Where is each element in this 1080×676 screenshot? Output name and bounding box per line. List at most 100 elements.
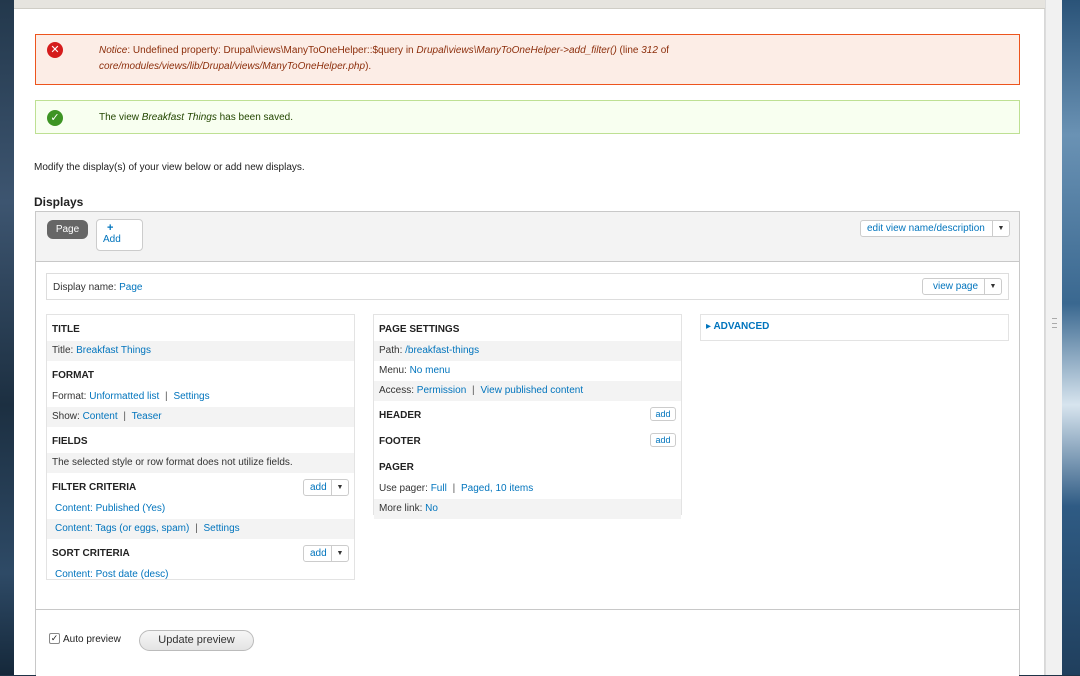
notice-prefix: Notice <box>99 45 128 56</box>
check-icon: ✓ <box>47 110 63 126</box>
access-view-published-link[interactable]: View published content <box>480 385 583 396</box>
footer-section-heading: FOOTER add <box>374 427 681 453</box>
desktop-background-right <box>1062 0 1080 675</box>
column-second: PAGE SETTINGS Path: /breakfast-things Me… <box>373 314 682 519</box>
filter-add-button[interactable]: add ▼ <box>303 479 349 496</box>
plus-icon: + <box>107 222 114 234</box>
top-bar <box>14 0 1045 9</box>
format-label: Format: <box>52 391 87 402</box>
advanced-label: ADVANCED <box>713 321 770 332</box>
title-section-heading: TITLE <box>52 324 80 335</box>
filter-item: Content: Published (Yes) <box>47 499 354 519</box>
update-preview-button[interactable]: Update preview <box>139 630 254 651</box>
sort-add-label: add <box>310 548 327 559</box>
header-section-heading: HEADER add <box>374 401 681 427</box>
displays-panel: Page + Add edit view name/description ▼ … <box>35 211 1020 676</box>
more-link-label: More link: <box>379 503 423 514</box>
display-tabs-bar: Page + Add edit view name/description ▼ <box>36 212 1019 262</box>
filter-criteria-heading: FILTER CRITERIA add ▼ <box>47 473 354 499</box>
display-name-link[interactable]: Page <box>119 282 142 293</box>
format-link[interactable]: Unformatted list <box>89 391 159 402</box>
access-label: Access: <box>379 385 415 396</box>
path-row: Path: /breakfast-things <box>374 341 681 361</box>
menu-row: Menu: No menu <box>374 361 681 381</box>
filter-tags-link[interactable]: Content: Tags (or eggs, spam) <box>55 523 189 534</box>
use-pager-full-link[interactable]: Full <box>431 483 447 494</box>
filter-tags-settings-link[interactable]: Settings <box>204 523 240 534</box>
edit-view-name-label: edit view name/description <box>867 223 985 234</box>
format-settings-link[interactable]: Settings <box>173 391 209 402</box>
advanced-toggle[interactable]: ▸ ADVANCED <box>701 315 1008 332</box>
filter-published-link[interactable]: Content: Published (Yes) <box>55 503 165 514</box>
error-message-text: Notice: Undefined property: Drupal\views… <box>99 43 1009 75</box>
notice-end: ). <box>365 61 372 72</box>
view-page-button[interactable]: view page ▼ <box>922 278 1002 295</box>
show-content-link[interactable]: Content <box>83 411 118 422</box>
header-label: HEADER <box>379 410 422 421</box>
access-row: Access: Permission | View published cont… <box>374 381 681 401</box>
pager-section-heading: PAGER <box>379 462 414 473</box>
notice-text: : Undefined property: Drupal\views\ManyT… <box>127 45 417 56</box>
notice-line-label: (line <box>616 45 642 56</box>
more-link-value[interactable]: No <box>425 503 438 514</box>
access-permission-link[interactable]: Permission <box>417 385 466 396</box>
add-display-button[interactable]: + Add <box>96 219 143 251</box>
fields-note: The selected style or row format does no… <box>47 453 354 473</box>
chevron-down-icon[interactable]: ▼ <box>992 221 1009 236</box>
show-row: Show: Content | Teaser <box>47 407 354 427</box>
desktop-background-left <box>0 0 14 675</box>
separator: | <box>195 523 198 534</box>
title-link[interactable]: Breakfast Things <box>76 345 151 356</box>
menu-link[interactable]: No menu <box>410 365 451 376</box>
chevron-down-icon[interactable]: ▼ <box>331 480 348 495</box>
title-label: Title: <box>52 345 74 356</box>
show-label: Show: <box>52 411 80 422</box>
chevron-down-icon[interactable]: ▼ <box>984 279 1001 294</box>
format-row: Format: Unformatted list | Settings <box>47 387 354 407</box>
show-teaser-link[interactable]: Teaser <box>132 411 162 422</box>
filter-criteria-label: FILTER CRITERIA <box>52 482 137 493</box>
footer-add-button[interactable]: add <box>650 433 676 447</box>
auto-preview-label: Auto preview <box>63 634 121 645</box>
tab-page[interactable]: Page <box>47 220 88 239</box>
view-page-label: view page <box>933 281 979 292</box>
header-add-button[interactable]: add <box>650 407 676 421</box>
separator: | <box>123 411 126 422</box>
separator: | <box>472 385 475 396</box>
display-name-label: Display name: <box>53 282 117 293</box>
footer-label: FOOTER <box>379 436 421 447</box>
sort-post-date-link[interactable]: Content: Post date (desc) <box>55 569 168 580</box>
displays-heading: Displays <box>34 195 84 209</box>
scrollbar-grip[interactable] <box>1052 318 1057 328</box>
filter-add-label: add <box>310 482 327 493</box>
status-view-name: Breakfast Things <box>141 112 217 123</box>
sort-criteria-heading: SORT CRITERIA add ▼ <box>47 539 354 565</box>
notice-line-number: 312 <box>641 45 658 56</box>
separator: | <box>452 483 456 494</box>
chevron-down-icon[interactable]: ▼ <box>331 546 348 561</box>
intro-text: Modify the display(s) of your view below… <box>34 162 305 173</box>
error-icon: ✕ <box>47 42 63 58</box>
add-display-label: Add <box>103 234 121 245</box>
notice-of-word: of <box>657 45 670 56</box>
error-message: ✕ Notice: Undefined property: Drupal\vie… <box>35 34 1020 85</box>
column-first: TITLE Title: Breakfast Things FORMAT For… <box>46 314 355 580</box>
path-link[interactable]: /breakfast-things <box>405 345 479 356</box>
preview-controls: ✓ Auto preview Update preview <box>36 609 1019 676</box>
sort-criteria-label: SORT CRITERIA <box>52 548 130 559</box>
more-link-row: More link: No <box>374 499 681 519</box>
display-content: Display name: Page view page ▼ TITLE Tit… <box>36 263 1019 609</box>
sort-add-button[interactable]: add ▼ <box>303 545 349 562</box>
use-pager-paged-link[interactable]: Paged, 10 items <box>461 483 533 494</box>
sort-item: Content: Post date (desc) <box>47 565 354 585</box>
auto-preview-checkbox[interactable]: ✓ <box>49 633 60 644</box>
views-edit-page: ✕ Notice: Undefined property: Drupal\vie… <box>14 0 1045 676</box>
triangle-right-icon: ▸ <box>706 321 712 332</box>
title-row: Title: Breakfast Things <box>47 341 354 361</box>
fields-section-heading: FIELDS <box>52 436 88 447</box>
path-label: Path: <box>379 345 403 356</box>
scrollbar[interactable] <box>1045 0 1062 675</box>
format-section-heading: FORMAT <box>52 370 95 381</box>
column-third: ▸ ADVANCED <box>700 314 1009 341</box>
edit-view-name-button[interactable]: edit view name/description ▼ <box>860 220 1010 237</box>
